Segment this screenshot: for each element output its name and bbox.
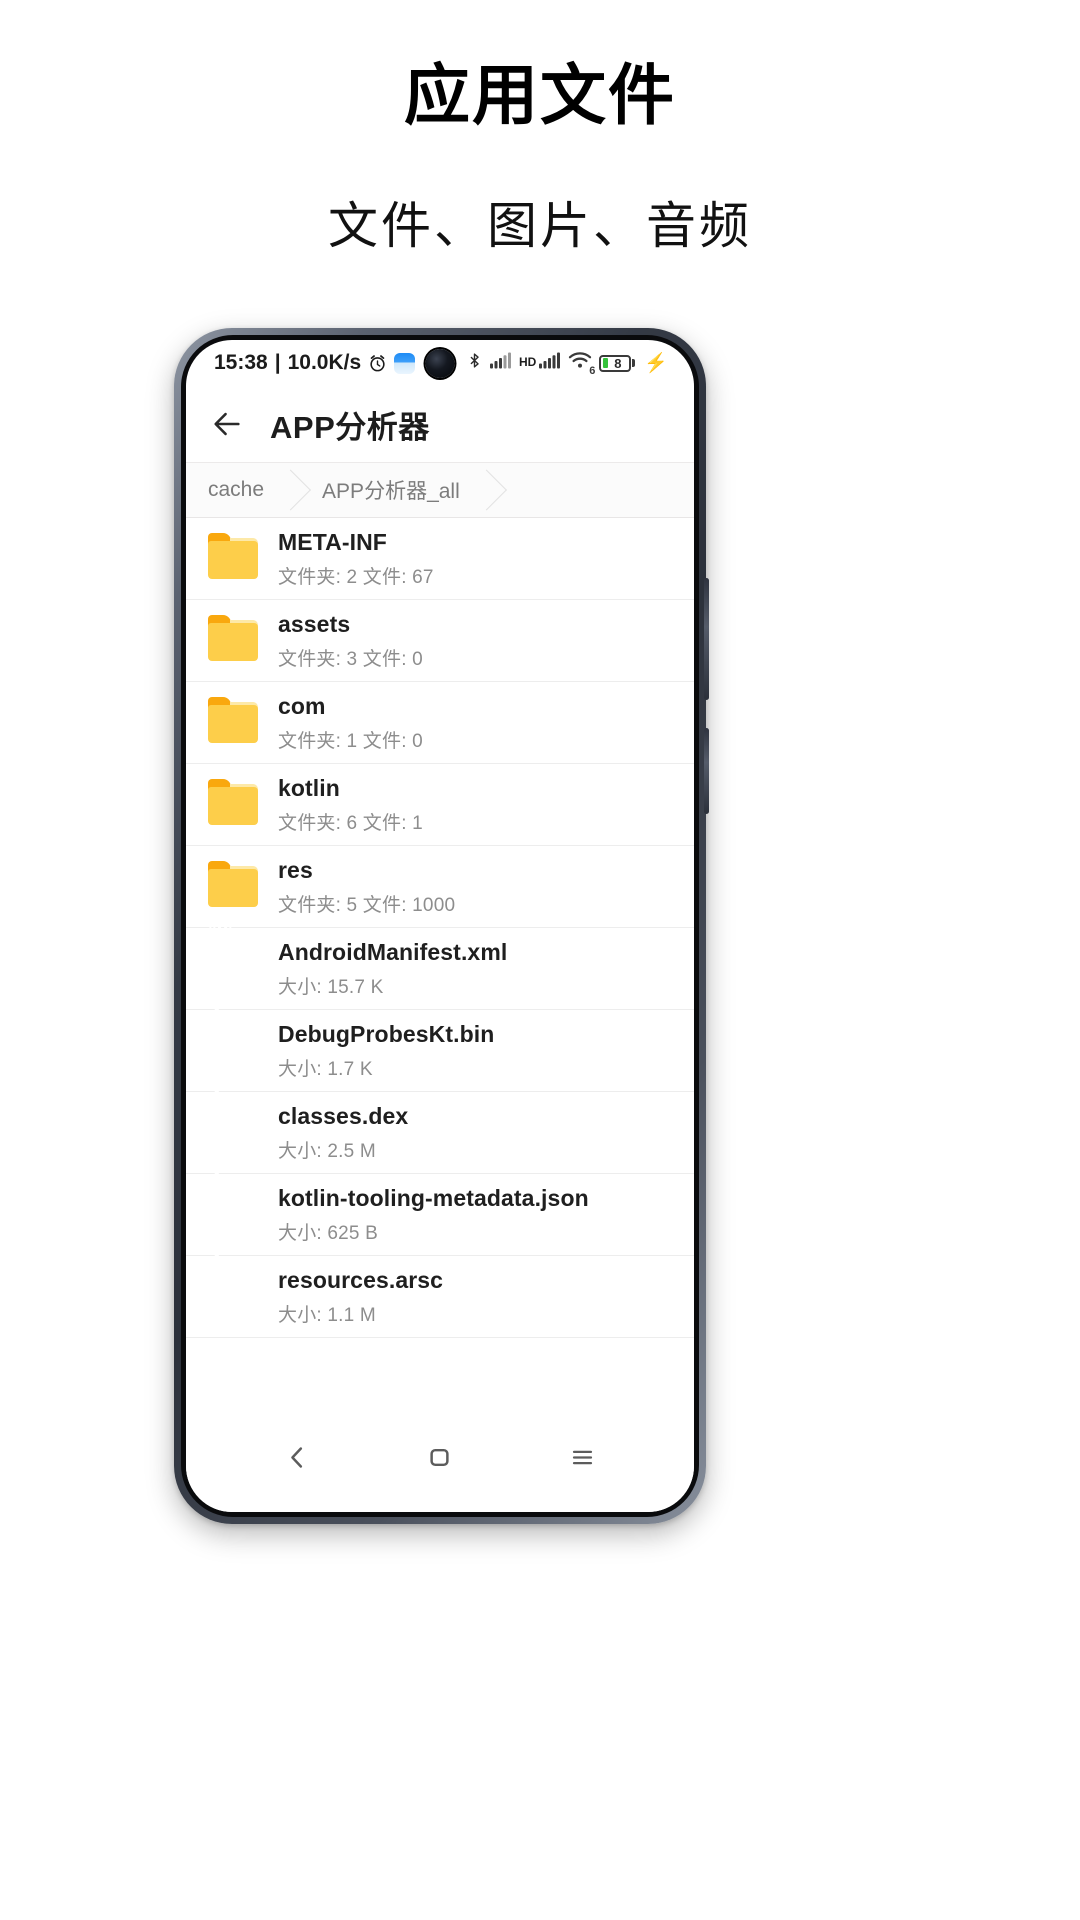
- folder-icon: [208, 696, 258, 749]
- table-row[interactable]: res 文件夹: 5 文件: 1000: [186, 846, 694, 928]
- file-meta: 文件夹: 1 文件: 0: [278, 731, 423, 753]
- nav-back-icon[interactable]: [269, 1435, 325, 1479]
- table-row[interactable]: com 文件夹: 1 文件: 0: [186, 682, 694, 764]
- status-bar-right: HD 6 8 ⚡: [466, 351, 668, 377]
- phone-frame: 15:38 | 10.0K/s HD 6 8 ⚡ APP分析器 cache AP…: [174, 328, 709, 1524]
- unknown-file-icon: ?: [208, 1238, 258, 1323]
- file-list: META-INF 文件夹: 2 文件: 67 assets 文件夹: 3 文件:…: [186, 518, 694, 1338]
- bluetooth-icon: [466, 351, 483, 376]
- phone-screen: 15:38 | 10.0K/s HD 6 8 ⚡ APP分析器 cache AP…: [186, 340, 694, 1512]
- table-row[interactable]: kotlin 文件夹: 6 文件: 1: [186, 764, 694, 846]
- folder-icon: [208, 860, 258, 913]
- app-bar-title: APP分析器: [270, 409, 430, 445]
- table-row[interactable]: assets 文件夹: 3 文件: 0: [186, 600, 694, 682]
- file-name: assets: [278, 610, 351, 637]
- chevron-right-icon: [470, 463, 496, 517]
- unknown-file-icon: ?: [208, 992, 258, 1077]
- breadcrumb-item-app-all[interactable]: APP分析器_all: [300, 463, 470, 517]
- file-name: kotlin: [278, 774, 340, 801]
- navigation-bar: [186, 1420, 694, 1512]
- file-meta: 文件夹: 6 文件: 1: [278, 813, 423, 835]
- chevron-right-icon: [274, 463, 300, 517]
- table-row[interactable]: XML AndroidManifest.xml 大小: 15.7 K: [186, 923, 694, 1010]
- breadcrumb: cache APP分析器_all: [186, 462, 694, 518]
- promo-header: 应用文件 文件、图片、音频: [0, 0, 1080, 258]
- breadcrumb-item-cache[interactable]: cache: [186, 463, 274, 517]
- table-row[interactable]: ? kotlin-tooling-metadata.json 大小: 625 B: [186, 1156, 694, 1256]
- file-meta: 大小: 15.7 K: [278, 977, 384, 999]
- cell-signal-icon: [489, 351, 512, 375]
- file-meta: 大小: 1.7 K: [278, 1059, 373, 1081]
- charging-bolt-icon: ⚡: [644, 353, 668, 374]
- power-button[interactable]: [704, 728, 709, 814]
- back-arrow-icon[interactable]: [210, 407, 244, 441]
- file-name: META-INF: [278, 528, 387, 555]
- xml-file-icon: XML: [208, 923, 258, 995]
- status-divider: |: [274, 351, 281, 374]
- table-row[interactable]: ? classes.dex 大小: 2.5 M: [186, 1074, 694, 1174]
- cell-signal-2-icon: [539, 351, 561, 375]
- nav-recents-icon[interactable]: [555, 1435, 611, 1479]
- file-name: res: [278, 856, 313, 883]
- table-row[interactable]: ? DebugProbesKt.bin 大小: 1.7 K: [186, 992, 694, 1092]
- nav-home-icon[interactable]: [412, 1435, 468, 1479]
- status-bar-left: 15:38 | 10.0K/s: [214, 351, 416, 375]
- file-meta: 大小: 2.5 M: [278, 1141, 376, 1163]
- volume-button[interactable]: [704, 578, 709, 700]
- table-row[interactable]: META-INF 文件夹: 2 文件: 67: [186, 518, 694, 600]
- battery-indicator: 8: [599, 354, 636, 372]
- folder-icon: [208, 778, 258, 831]
- camera-punch-hole: [425, 349, 455, 378]
- weather-app-icon: [394, 352, 416, 374]
- battery-level-label: 8: [614, 355, 622, 371]
- file-name: DebugProbesKt.bin: [278, 1020, 495, 1047]
- page-title: 应用文件: [404, 58, 676, 132]
- status-net-speed: 10.0K/s: [287, 351, 362, 374]
- file-name: kotlin-tooling-metadata.json: [278, 1184, 589, 1211]
- file-meta: 大小: 1.1 M: [278, 1305, 376, 1327]
- file-meta: 大小: 625 B: [278, 1223, 379, 1245]
- file-name: com: [278, 692, 326, 719]
- status-bar: 15:38 | 10.0K/s HD 6 8 ⚡: [186, 340, 694, 386]
- file-meta: 文件夹: 3 文件: 0: [278, 649, 423, 671]
- file-meta: 文件夹: 5 文件: 1000: [278, 895, 456, 917]
- folder-icon: [208, 614, 258, 667]
- unknown-file-icon: ?: [208, 1156, 258, 1241]
- app-bar: APP分析器: [186, 386, 694, 462]
- file-meta: 文件夹: 2 文件: 67: [278, 567, 434, 589]
- file-name: classes.dex: [278, 1102, 409, 1129]
- wifi-6-icon: 6: [568, 351, 596, 377]
- file-name: resources.arsc: [278, 1266, 444, 1293]
- phone-mockup: 15:38 | 10.0K/s HD 6 8 ⚡ APP分析器 cache AP…: [174, 328, 709, 1524]
- alarm-clock-icon: [368, 354, 387, 373]
- folder-icon: [208, 532, 258, 585]
- status-time: 15:38: [214, 351, 268, 374]
- table-row[interactable]: ? resources.arsc 大小: 1.1 M: [186, 1238, 694, 1338]
- hd-label: HD: [518, 354, 537, 369]
- wifi-generation-label: 6: [589, 365, 596, 377]
- page-subtitle: 文件、图片、音频: [328, 198, 752, 254]
- file-name: AndroidManifest.xml: [278, 938, 508, 965]
- unknown-file-icon: ?: [208, 1074, 258, 1159]
